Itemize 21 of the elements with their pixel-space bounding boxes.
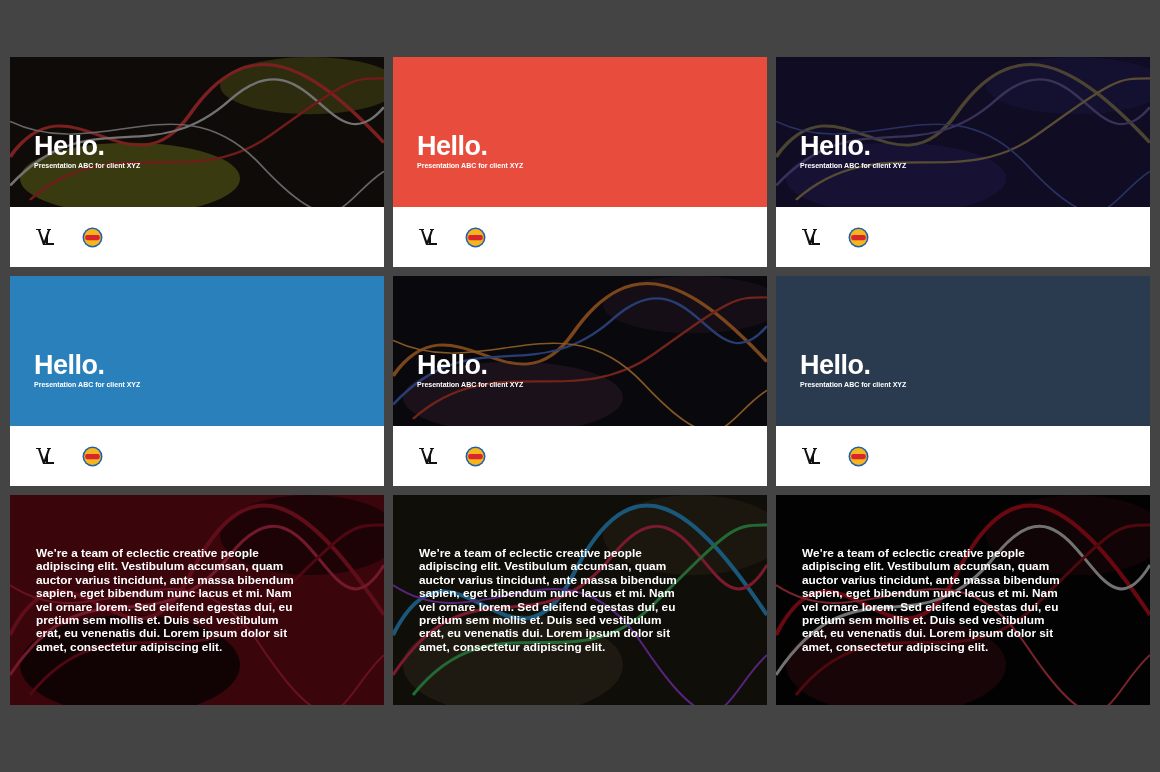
monogram-logo-icon [801,228,821,246]
slide-heading: Hello. [800,131,872,161]
round-logo-icon [848,445,869,467]
round-logo-icon [465,445,486,467]
monogram-logo-icon [35,447,55,465]
slide-body-text: We’re a team of eclectic creative people adipiscing elit. Vestibulum accumsan, quam auctor varius tincidunt, ante massa bibendum sapien, eget bibendum nunc lacus et mi. Nam vel ornare lorem. Sed eleifend egestas dui, eu pretium sem mollis et. Duis sed vestibulum erat, eu venenatis dui. Lorem ipsum dolor sit amet, consectetur adipiscing elit. [802,547,1061,655]
slide-body-text: We’re a team of eclectic creative people adipiscing elit. Vestibulum accumsan, quam auctor varius tincidunt, ante massa bibendum sapien, eget bibendum nunc lacus et mi. Nam vel ornare lorem. Sed eleifend egestas dui, eu pretium sem mollis et. Duis sed vestibulum erat, eu venenatis dui. Lorem ipsum dolor sit amet, consectetur adipiscing elit. [36,547,295,655]
slide-heading: Hello. [34,350,106,380]
monogram-logo-icon [35,228,55,246]
slide-heading: Hello. [417,131,489,161]
slide-heading: Hello. [800,350,872,380]
slide-heading: Hello. [34,131,106,161]
round-logo-icon [848,226,869,248]
round-logo-icon [82,445,103,467]
slide-body-text: We’re a team of eclectic creative people adipiscing elit. Vestibulum accumsan, quam auctor varius tincidunt, ante massa bibendum sapien, eget bibendum nunc lacus et mi. Nam vel ornare lorem. Sed eleifend egestas dui, eu pretium sem mollis et. Duis sed vestibulum erat, eu venenatis dui. Lorem ipsum dolor sit amet, consectetur adipiscing elit. [419,547,678,655]
monogram-logo-icon [418,447,438,465]
round-logo-icon [82,226,103,248]
round-logo-icon [465,226,486,248]
slide-heading: Hello. [417,350,489,380]
monogram-logo-icon [418,228,438,246]
monogram-logo-icon [801,447,821,465]
